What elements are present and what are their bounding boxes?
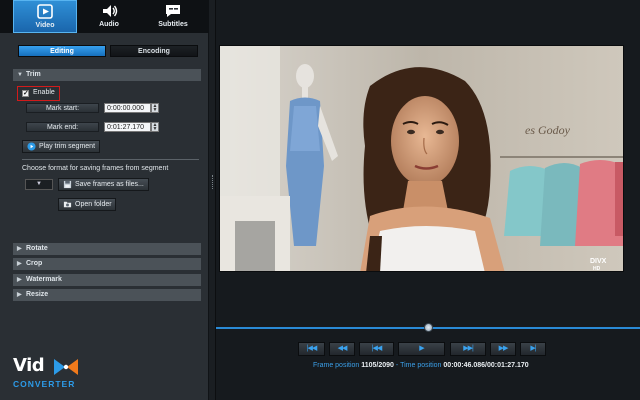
expand-arrow-icon: ▶ <box>17 292 22 298</box>
play-trim-segment-button[interactable]: Play trim segment <box>22 140 100 153</box>
tab-subtitles-label: Subtitles <box>158 21 188 28</box>
skip-first-icon: |◀◀ <box>306 345 318 352</box>
save-frames-label: Save frames as files... <box>75 181 144 188</box>
enable-label: Enable <box>33 89 55 96</box>
mark-start-input[interactable]: 0:00:00.000 <box>104 103 151 113</box>
splitter-grip[interactable] <box>212 175 213 189</box>
format-caption: Choose format for saving frames from seg… <box>22 165 169 172</box>
play-trim-segment-label: Play trim segment <box>39 143 96 150</box>
speaker-icon <box>103 5 118 17</box>
expand-arrow-icon: ▶ <box>17 246 22 252</box>
video-frame-image: es Godoy DIVX HD <box>220 46 623 272</box>
next-frame-icon: ▶▶| <box>463 345 474 352</box>
divx-hd-mark: HD <box>593 266 601 272</box>
save-frames-button[interactable]: Save frames as files... <box>58 178 149 191</box>
open-folder-label: Open folder <box>75 201 112 208</box>
subtitles-icon <box>166 5 180 17</box>
mark-end-stepper[interactable]: ▲ ▼ <box>151 122 159 132</box>
subtab-editing[interactable]: Editing <box>18 45 106 57</box>
time-position-label: Time position <box>400 362 442 369</box>
tab-video[interactable]: Video <box>13 0 77 33</box>
section-watermark-header[interactable]: ▶ Watermark <box>13 274 201 286</box>
rewind-button[interactable]: ◀◀ <box>329 342 355 356</box>
fast-forward-icon: ▶▶ <box>498 345 509 352</box>
divx-watermark: DIVX <box>590 258 607 265</box>
mark-end-input[interactable]: 0:01:27.170 <box>104 122 151 132</box>
tab-audio[interactable]: Audio <box>77 0 141 33</box>
section-rotate-title: Rotate <box>26 245 48 252</box>
previous-frame-icon: |◀◀ <box>371 345 383 352</box>
tab-audio-label: Audio <box>99 21 119 28</box>
logo-bow-icon <box>54 359 78 375</box>
timeline-handle[interactable] <box>423 323 433 332</box>
go-to-last-button[interactable]: ▶| <box>520 342 546 356</box>
collapse-arrow-icon: ▼ <box>17 72 23 78</box>
section-crop-title: Crop <box>26 260 43 267</box>
section-rotate-header[interactable]: ▶ Rotate <box>13 243 201 255</box>
fast-forward-button[interactable]: ▶▶ <box>490 342 516 356</box>
play-icon <box>27 142 36 151</box>
logo-vid-text: Vid <box>13 355 45 376</box>
play-icon: ▶ <box>419 345 424 352</box>
video-preview[interactable]: es Godoy DIVX HD <box>219 45 624 272</box>
section-trim-title: Trim <box>26 71 41 78</box>
position-status: Frame position 1105/2090 - Time position… <box>313 362 529 369</box>
rewind-icon: ◀◀ <box>337 345 348 352</box>
section-trim-header[interactable]: ▼ Trim <box>13 69 201 81</box>
tab-video-label: Video <box>35 22 55 29</box>
next-frame-button[interactable]: ▶▶| <box>450 342 486 356</box>
section-resize-header[interactable]: ▶ Resize <box>13 289 201 301</box>
expand-arrow-icon: ▶ <box>17 277 22 283</box>
mark-start-button[interactable]: Mark start: <box>26 103 99 113</box>
open-folder-button[interactable]: Open folder <box>58 198 116 211</box>
mark-start-stepper[interactable]: ▲ ▼ <box>151 103 159 113</box>
save-disk-icon <box>63 180 72 189</box>
time-position-value: 00:00:46.086/00:01:27.170 <box>443 362 529 369</box>
shop-sign-text: es Godoy <box>525 123 571 137</box>
skip-last-icon: ▶| <box>530 345 536 352</box>
app-logo: Vid CONVERTER <box>13 355 93 393</box>
frame-position-label: Frame position <box>313 362 360 369</box>
section-watermark-title: Watermark <box>26 276 62 283</box>
format-dropdown[interactable]: ▼ <box>25 179 53 190</box>
enable-checkbox-highlight[interactable]: ✓ Enable <box>17 86 60 101</box>
play-button[interactable]: ▶ <box>398 342 445 356</box>
divider <box>22 159 199 160</box>
section-resize-title: Resize <box>26 291 49 298</box>
enable-checkbox[interactable]: ✓ <box>22 90 29 97</box>
section-crop-header[interactable]: ▶ Crop <box>13 258 201 270</box>
tab-subtitles[interactable]: Subtitles <box>141 0 205 33</box>
video-icon <box>37 4 53 19</box>
mark-end-button[interactable]: Mark end: <box>26 122 99 132</box>
panel-splitter[interactable] <box>209 0 216 400</box>
left-panel: Video Audio Subtitles Editing Encoding ▼… <box>0 0 209 400</box>
main-tab-bar: Video Audio Subtitles <box>0 0 209 33</box>
frame-position-value: 1105/2090 <box>361 362 394 369</box>
previous-frame-button[interactable]: |◀◀ <box>359 342 394 356</box>
go-to-first-button[interactable]: |◀◀ <box>298 342 325 356</box>
logo-converter-text: CONVERTER <box>13 379 76 389</box>
subtab-encoding[interactable]: Encoding <box>110 45 198 57</box>
status-separator: - <box>395 362 399 369</box>
expand-arrow-icon: ▶ <box>17 261 22 267</box>
folder-icon <box>63 201 72 208</box>
